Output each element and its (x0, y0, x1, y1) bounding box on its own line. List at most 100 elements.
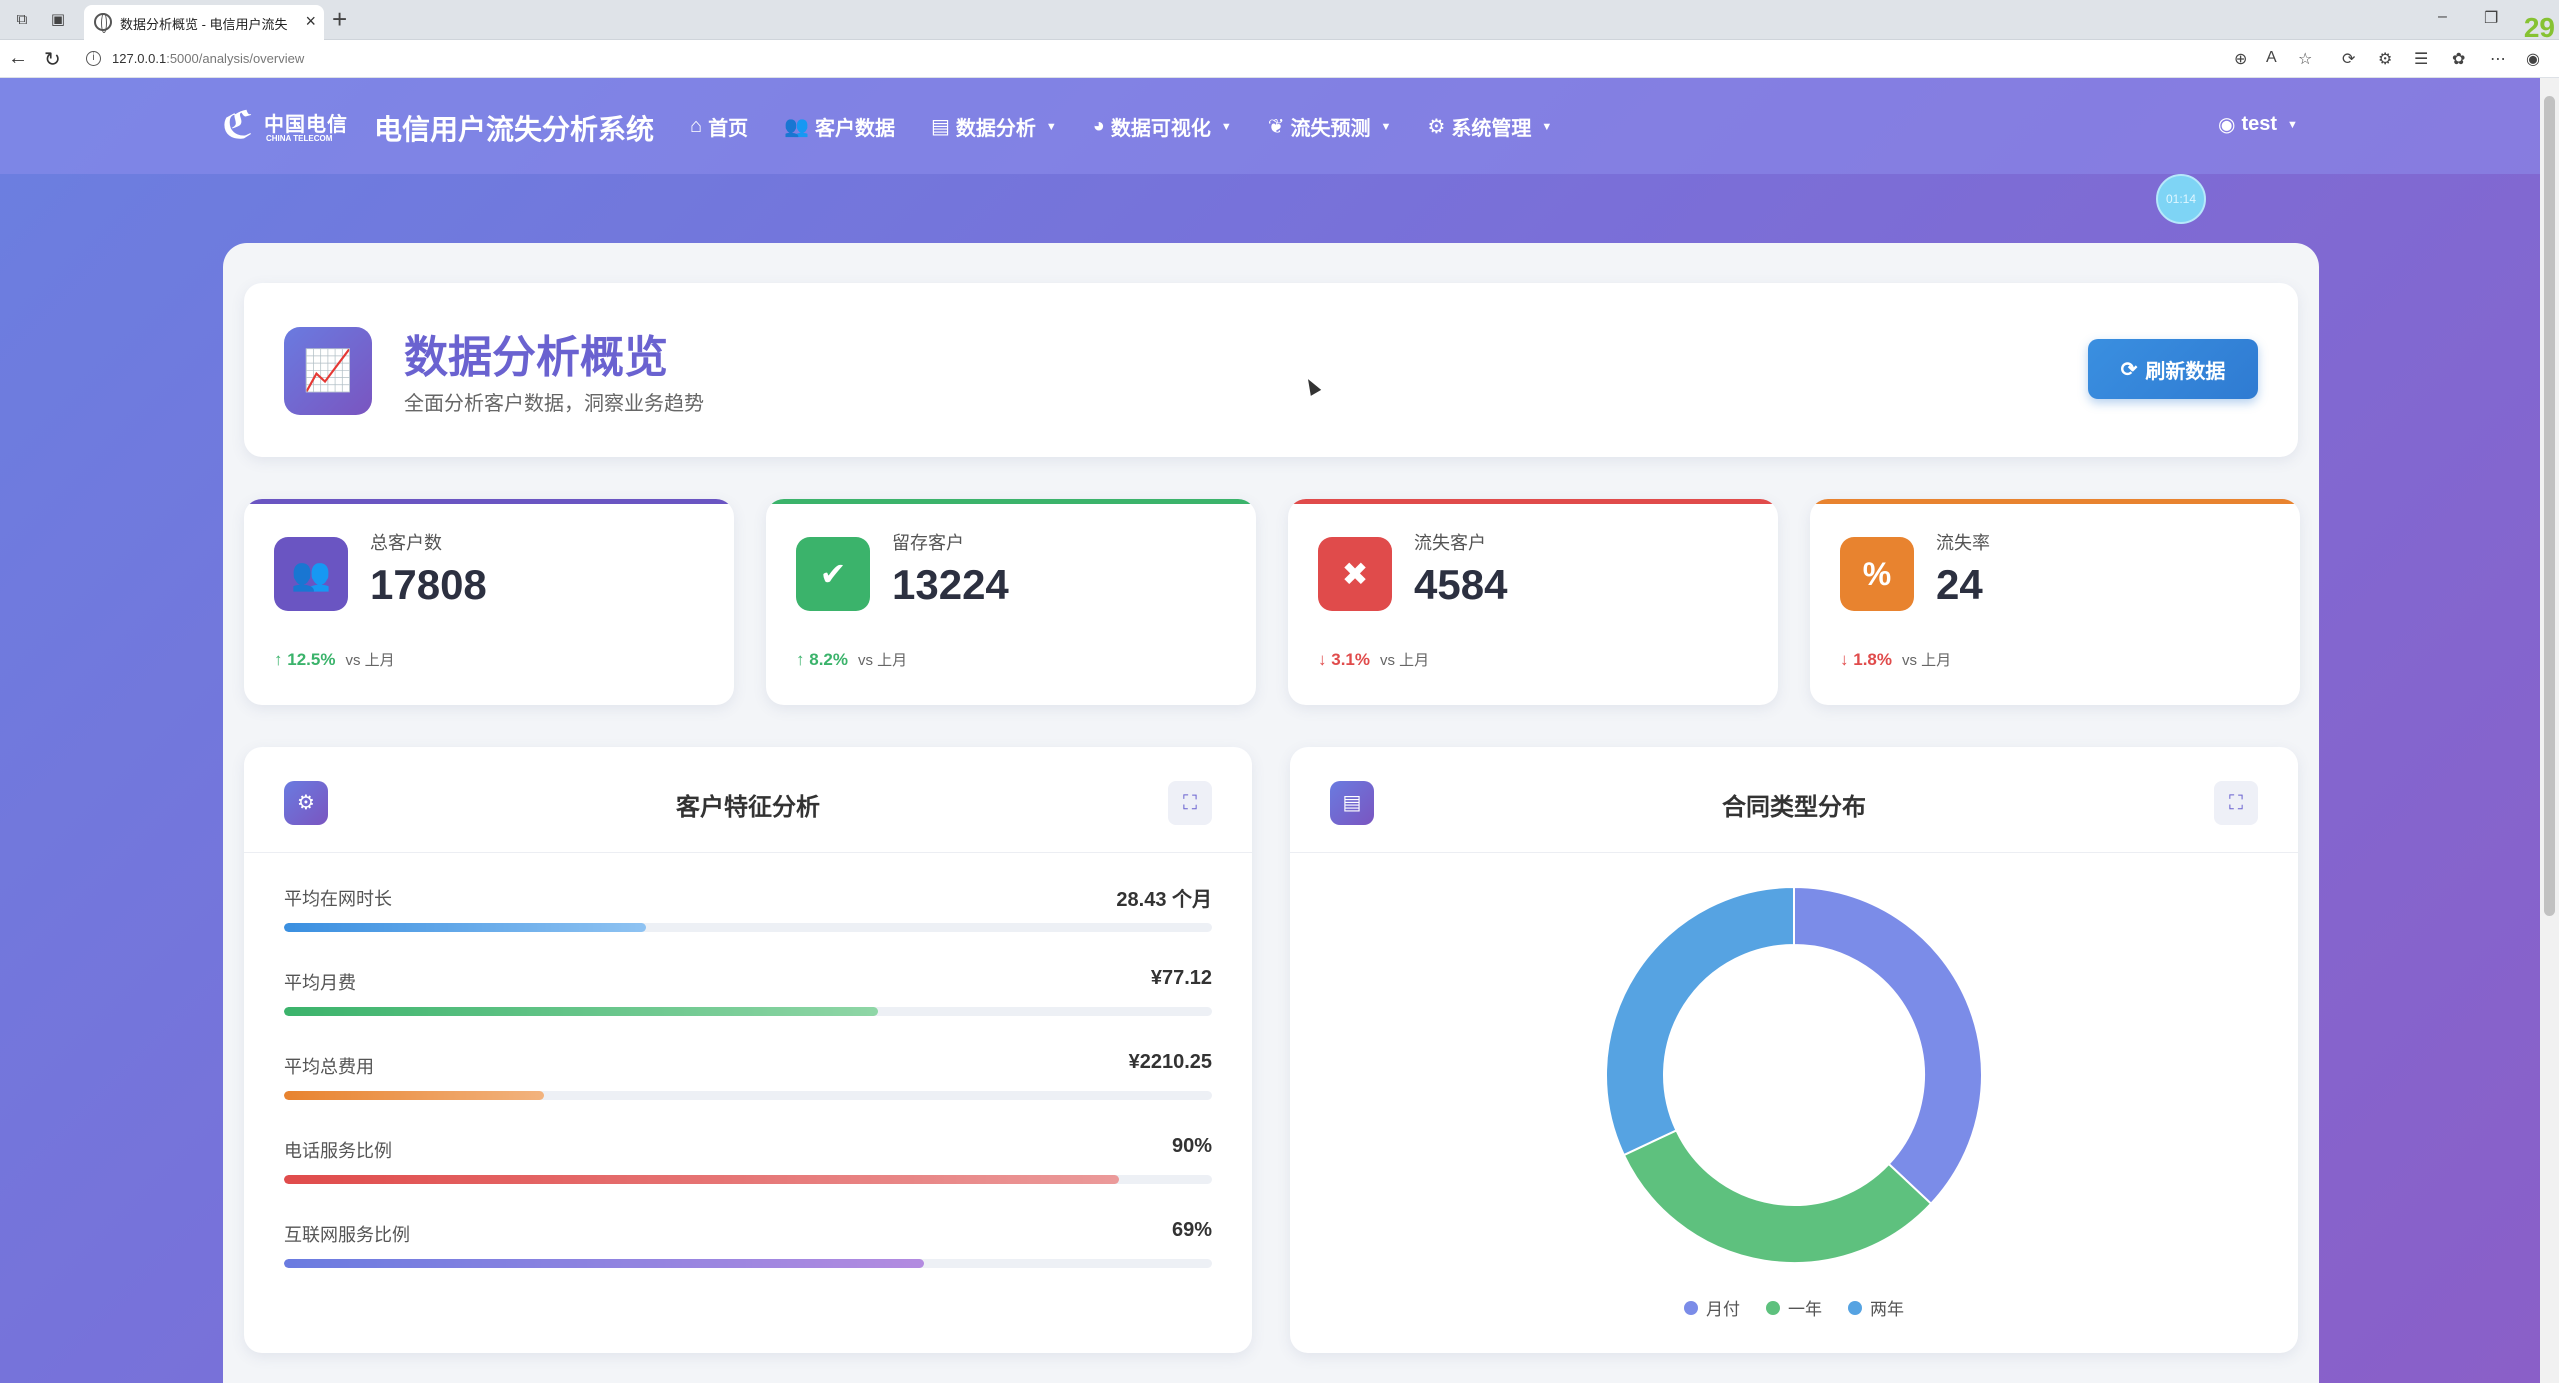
url-field[interactable]: i 127.0.0.1:5000/analysis/overview (78, 45, 2278, 73)
legend-label: 两年 (1870, 1300, 1904, 1319)
collections-icon[interactable]: ☰ (2414, 49, 2428, 69)
url-host: 127.0.0.1 (112, 51, 167, 66)
metric-label: 平均在网时长 (284, 889, 392, 909)
stat-trend: ↑ 12.5% vs 上月 (274, 650, 395, 669)
stat-trend: ↓ 1.8% vs 上月 (1840, 650, 1952, 669)
user-times-icon: ✖ (1318, 537, 1392, 611)
users-icon: 👥 (784, 116, 809, 138)
stat-card-retained-customers: ✔ 留存客户 13224 ↑ 8.2% vs 上月 (766, 499, 1256, 705)
nav-visualization[interactable]: ◕ 数据可视化 ▼ (1093, 112, 1232, 141)
arrow-up-icon: ↑ (796, 650, 805, 669)
metric-progress-fill (284, 1091, 544, 1100)
nav-system-admin[interactable]: ⚙ 系统管理 ▼ (1427, 112, 1552, 141)
metric-value: 90% (1171, 1135, 1212, 1157)
sidebar-toggle-icon[interactable]: ▣ (48, 10, 68, 30)
stat-card-churned-customers: ✖ 流失客户 4584 ↓ 3.1% vs 上月 (1288, 499, 1778, 705)
site-info-icon[interactable]: i (86, 51, 101, 66)
donut-slice-0[interactable] (1793, 885, 1983, 1206)
metric-progress-track (284, 1007, 1212, 1016)
metric-value: ¥2210.25 (1128, 1051, 1212, 1073)
metric-label: 平均总费用 (284, 1057, 374, 1077)
stat-card-churn-rate: % 流失率 24 ↓ 1.8% vs 上月 (1810, 499, 2300, 705)
read-aloud-icon[interactable]: A (2266, 49, 2277, 67)
nav-home[interactable]: ⌂ 首页 (690, 112, 748, 141)
stat-label: 流失客户 (1414, 533, 1486, 553)
page-subtitle: 全面分析客户数据，洞察业务趋势 (404, 393, 704, 415)
metric-progress-fill (284, 1259, 925, 1268)
user-menu[interactable]: ◉ test ▼ (2218, 112, 2298, 137)
gear-icon: ⚙ (1427, 116, 1446, 138)
line-chart-icon: 📈 (284, 327, 372, 415)
caret-down-icon: ▼ (1220, 120, 1232, 133)
refresh-extension-icon[interactable]: ⟳ (2342, 49, 2355, 69)
caret-down-icon: ▼ (1045, 120, 1057, 133)
stat-trend: ↑ 8.2% vs 上月 (796, 650, 908, 669)
globe-icon (94, 13, 112, 33)
nav-churn-prediction[interactable]: ❦ 流失预测 ▼ (1268, 112, 1392, 141)
metric-progress-fill (284, 923, 646, 932)
back-icon[interactable]: ← (8, 47, 28, 70)
stat-trend: ↓ 3.1% vs 上月 (1318, 650, 1430, 669)
metric-label: 平均月费 (284, 973, 356, 993)
top-navbar: ℭ 中国电信 CHINA TELECOM 电信用户流失分析系统 ⌂ 首页 👥 客户数… (0, 78, 2540, 174)
cat-extension-icon[interactable]: ✿ (2452, 49, 2465, 69)
bar-chart-icon: ▤ (931, 116, 950, 138)
more-icon[interactable]: ⋯ (2490, 49, 2506, 69)
donut-svg (1605, 885, 1983, 1264)
expand-icon[interactable]: ⛶ (1168, 781, 1212, 825)
metric-label: 电话服务比例 (284, 1141, 392, 1161)
panel-title: 合同类型分布 (1722, 794, 1866, 821)
metric-label: 互联网服务比例 (284, 1225, 410, 1245)
arrow-down-icon: ↓ (1318, 650, 1327, 669)
copilot-icon[interactable]: ◉ (2526, 49, 2540, 69)
caret-down-icon: ▼ (1541, 120, 1553, 133)
brand-title[interactable]: 电信用户流失分析系统 (374, 108, 654, 148)
legend-item[interactable]: 两年 (1848, 1295, 1904, 1320)
metric-progress-track (284, 1259, 1212, 1268)
favorite-star-icon[interactable]: ☆ (2298, 49, 2312, 69)
metric-progress-fill (284, 1175, 1120, 1184)
sync-icon: ⟳ (2120, 358, 2138, 381)
browser-tab[interactable]: 数据分析概览 - 电信用户流失分析 × (84, 5, 324, 40)
pie-chart-icon: ◕ (1092, 115, 1105, 137)
legend-item[interactable]: 月付 (1684, 1295, 1740, 1320)
china-telecom-logo[interactable]: ℭ 中国电信 CHINA TELECOM (222, 106, 352, 146)
scrollbar[interactable] (2540, 78, 2559, 1383)
new-tab-icon[interactable]: + (332, 4, 347, 35)
metric-value: 28.43 个月 (1116, 889, 1212, 911)
address-bar: ← ↻ i 127.0.0.1:5000/analysis/overview ⊕… (0, 40, 2559, 78)
legend-item[interactable]: 一年 (1766, 1295, 1822, 1320)
stat-label: 留存客户 (892, 533, 964, 553)
stat-value: 4584 (1414, 561, 1508, 608)
stat-label: 总客户数 (370, 533, 442, 553)
workspaces-icon[interactable]: ⧉ (12, 10, 32, 30)
metric-row: 平均总费用 ¥2210.25 (284, 1051, 1212, 1113)
overview-header-card: 📈 数据分析概览 全面分析客户数据，洞察业务趋势 ⟳ 刷新数据 (244, 283, 2298, 457)
expand-icon[interactable]: ⛶ (2214, 781, 2258, 825)
legend-label: 一年 (1788, 1300, 1822, 1319)
user-check-icon: ✔ (796, 537, 870, 611)
legend-dot (1684, 1300, 1698, 1315)
timer-badge[interactable]: 01:14 (2156, 174, 2206, 224)
nav-customer-data[interactable]: 👥 客户数据 (784, 112, 895, 141)
url-path: :5000/analysis/overview (166, 51, 305, 66)
panel-header: ▤ 合同类型分布 ⛶ (1290, 747, 2298, 853)
minimize-icon[interactable]: – (2438, 8, 2447, 26)
reload-icon[interactable]: ↻ (44, 47, 61, 72)
customer-features-panel: ⚙ 客户特征分析 ⛶ 平均在网时长 28.43 个月 平均月费 ¥77.12 平均总费用… (244, 747, 1252, 1353)
metric-row: 平均在网时长 28.43 个月 (284, 885, 1212, 945)
nav-data-analysis[interactable]: ▤ 数据分析 ▼ (931, 112, 1057, 141)
stat-value: 24 (1936, 561, 1983, 608)
close-tab-icon[interactable]: × (305, 11, 316, 32)
metric-progress-track (284, 1091, 1212, 1100)
scrollbar-thumb[interactable] (2544, 96, 2555, 916)
donut-slice-1[interactable] (1622, 1129, 1933, 1264)
tab-title: 数据分析概览 - 电信用户流失分析 (120, 17, 288, 32)
extension-icon[interactable]: ⚙ (2378, 49, 2392, 69)
donut-slice-2[interactable] (1605, 885, 1795, 1157)
app-page: ℭ 中国电信 CHINA TELECOM 电信用户流失分析系统 ⌂ 首页 👥 客户数… (0, 78, 2540, 1383)
restore-icon[interactable]: ❐ (2484, 8, 2498, 28)
refresh-data-button[interactable]: ⟳ 刷新数据 (2088, 339, 2258, 399)
zoom-icon[interactable]: ⊕ (2234, 49, 2247, 69)
metric-row: 平均月费 ¥77.12 (284, 967, 1212, 1029)
